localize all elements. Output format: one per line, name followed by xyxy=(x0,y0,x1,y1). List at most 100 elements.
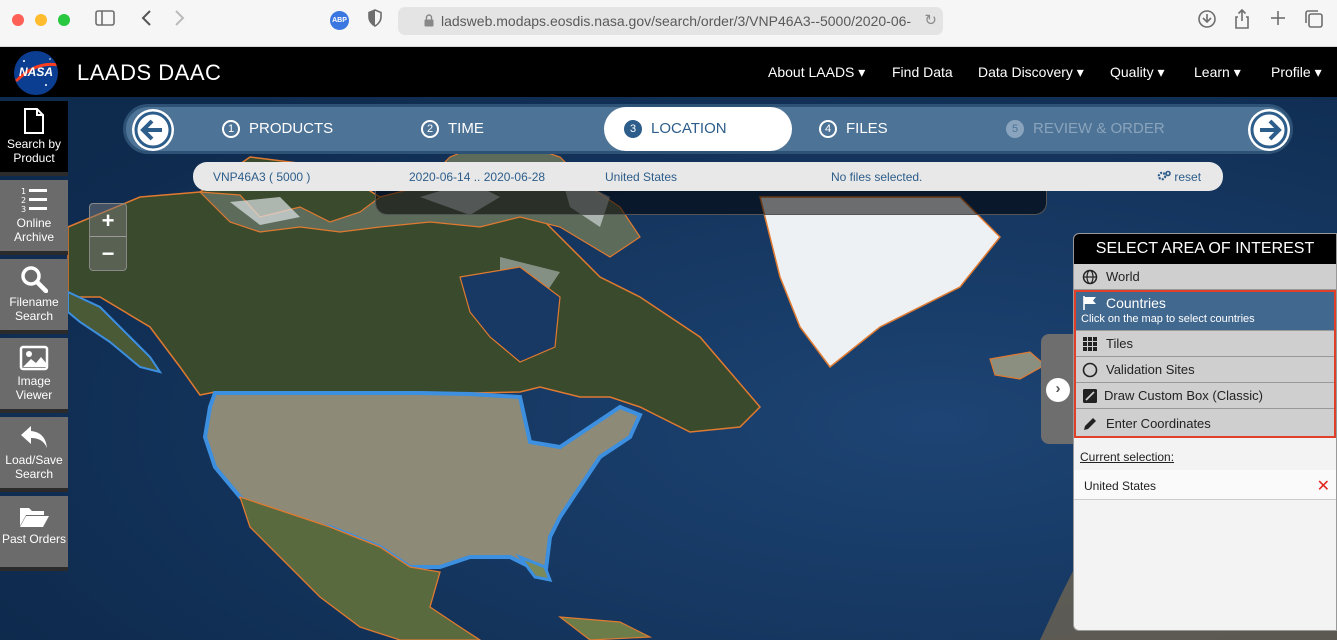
option-hint: Click on the map to select countries xyxy=(1081,313,1255,325)
nasa-logo-text: NASA xyxy=(18,65,53,79)
option-validation-sites[interactable]: Validation Sites xyxy=(1074,357,1336,383)
url-text: ladsweb.modaps.eosdis.nasa.gov/search/or… xyxy=(441,13,911,29)
downloads-icon[interactable] xyxy=(1196,9,1218,31)
summary-dates[interactable]: 2020-06-14 .. 2020-06-28 xyxy=(409,170,545,184)
nav-find-data[interactable]: Find Data xyxy=(892,64,953,80)
sidebar-label: Archive xyxy=(13,230,54,244)
sidebar-label: Image xyxy=(17,374,51,388)
sidebar-label: Search by xyxy=(6,137,62,151)
svg-text:1: 1 xyxy=(21,187,26,196)
reply-arrow-icon xyxy=(21,426,47,448)
browser-toolbar: ABP ladsweb.modaps.eosdis.nasa.gov/searc… xyxy=(0,0,1337,47)
reload-icon[interactable]: ↻ xyxy=(924,11,937,29)
map-zoom-control: + − xyxy=(89,203,127,271)
close-window-button[interactable] xyxy=(12,14,24,26)
nav-learn[interactable]: Learn ▾ xyxy=(1194,64,1241,81)
summary-product[interactable]: VNP46A3 ( 5000 ) xyxy=(213,170,310,184)
sidebar-label: Past Orders xyxy=(1,532,67,546)
area-of-interest-panel: SELECT AREA OF INTEREST World Countries … xyxy=(1073,233,1337,631)
option-label: Countries xyxy=(1106,295,1166,311)
step-label: REVIEW & ORDER xyxy=(1033,120,1165,137)
nav-profile[interactable]: Profile ▾ xyxy=(1271,64,1322,81)
option-enter-coordinates[interactable]: Enter Coordinates xyxy=(1074,409,1336,438)
arrow-right-icon xyxy=(1250,111,1288,149)
option-label: Validation Sites xyxy=(1106,362,1195,377)
adblock-extension-icon[interactable]: ABP xyxy=(330,11,349,30)
maximize-window-button[interactable] xyxy=(58,14,70,26)
draw-box-icon xyxy=(1083,389,1097,403)
order-stepper: 1 PRODUCTS 2 TIME 3 LOCATION 4 FILES 5 REVIEW… xyxy=(123,104,1293,154)
share-icon[interactable] xyxy=(1232,8,1252,31)
new-tab-icon[interactable] xyxy=(1268,9,1288,31)
tab-overview-icon[interactable] xyxy=(1303,9,1325,31)
online-archive-button[interactable]: 123 Online Archive xyxy=(0,180,68,255)
filename-search-button[interactable]: Filename Search xyxy=(0,259,68,334)
current-selection-label: Current selection: xyxy=(1080,450,1175,464)
address-bar[interactable]: ladsweb.modaps.eosdis.nasa.gov/search/or… xyxy=(398,7,943,35)
back-icon[interactable] xyxy=(138,9,154,31)
option-tiles[interactable]: Tiles xyxy=(1074,331,1336,357)
gears-icon xyxy=(1157,170,1171,181)
load-save-search-button[interactable]: Load/Save Search xyxy=(0,417,68,492)
next-step-button[interactable] xyxy=(1248,109,1290,151)
nav-quality[interactable]: Quality ▾ xyxy=(1110,64,1165,81)
option-label: Draw Custom Box (Classic) xyxy=(1104,388,1263,403)
panel-title: SELECT AREA OF INTEREST xyxy=(1074,234,1336,264)
reset-button[interactable]: reset xyxy=(1157,170,1201,184)
left-sidebar: Search by Product 123 Online Archive Fil… xyxy=(0,97,68,640)
step-review-order: 5 REVIEW & ORDER xyxy=(1006,107,1165,151)
forward-icon[interactable] xyxy=(172,9,188,31)
step-files[interactable]: 4 FILES xyxy=(819,107,888,151)
pencil-icon xyxy=(1084,418,1096,430)
flag-icon xyxy=(1083,296,1096,310)
nasa-logo[interactable]: NASA xyxy=(14,51,58,95)
previous-step-button[interactable] xyxy=(132,109,174,151)
summary-location[interactable]: United States xyxy=(605,170,677,184)
sidebar-label: Search xyxy=(14,467,54,481)
lock-icon xyxy=(424,14,434,27)
nav-about-laads[interactable]: About LAADS ▾ xyxy=(768,64,865,81)
shield-icon[interactable] xyxy=(366,9,384,31)
circle-icon xyxy=(1082,362,1098,378)
zoom-out-button[interactable]: − xyxy=(90,237,126,270)
summary-files: No files selected. xyxy=(831,170,923,184)
sidebar-label: Viewer xyxy=(15,388,53,402)
svg-text:2: 2 xyxy=(21,196,26,205)
minimize-window-button[interactable] xyxy=(35,14,47,26)
sidebar-label: Online xyxy=(16,216,52,230)
chevron-right-icon: › xyxy=(1046,378,1070,402)
step-products[interactable]: 1 PRODUCTS xyxy=(222,107,333,151)
nav-data-discovery[interactable]: Data Discovery ▾ xyxy=(978,64,1084,81)
sidebar-toggle-icon[interactable] xyxy=(94,9,116,31)
sidebar-label: Search xyxy=(14,309,54,323)
sidebar-label: Filename xyxy=(9,295,59,309)
past-orders-button[interactable]: Past Orders xyxy=(0,496,68,571)
zoom-in-button[interactable]: + xyxy=(90,204,126,237)
grid-icon xyxy=(1083,337,1097,351)
option-label: Tiles xyxy=(1106,336,1133,351)
option-world[interactable]: World xyxy=(1074,264,1336,290)
step-label: FILES xyxy=(846,120,888,137)
image-viewer-button[interactable]: Image Viewer xyxy=(0,338,68,413)
folder-open-icon xyxy=(20,508,49,527)
option-draw-custom-box[interactable]: Draw Custom Box (Classic) xyxy=(1074,383,1336,409)
step-number: 5 xyxy=(1006,120,1024,138)
remove-selection-icon[interactable]: ✕ xyxy=(1317,476,1330,496)
sidebar-label: Load/Save xyxy=(5,453,63,467)
reset-label: reset xyxy=(1174,170,1202,184)
step-location[interactable]: 3 LOCATION xyxy=(604,107,792,151)
current-selection-name: United States xyxy=(1084,479,1157,493)
step-number: 1 xyxy=(222,120,240,138)
option-label: World xyxy=(1106,269,1140,284)
step-label: TIME xyxy=(448,120,484,137)
step-time[interactable]: 2 TIME xyxy=(421,107,484,151)
search-by-product-button[interactable]: Search by Product xyxy=(0,101,68,176)
selection-summary-bar: VNP46A3 ( 5000 ) 2020-06-14 .. 2020-06-2… xyxy=(193,162,1223,191)
numbered-list-icon: 123 xyxy=(21,187,47,214)
picture-icon xyxy=(19,345,49,371)
document-icon xyxy=(24,108,44,134)
option-countries[interactable]: Countries Click on the map to select cou… xyxy=(1074,290,1336,331)
step-number: 4 xyxy=(819,120,837,138)
panel-collapse-tab[interactable]: › xyxy=(1041,334,1075,444)
site-title[interactable]: LAADS DAAC xyxy=(77,60,221,86)
